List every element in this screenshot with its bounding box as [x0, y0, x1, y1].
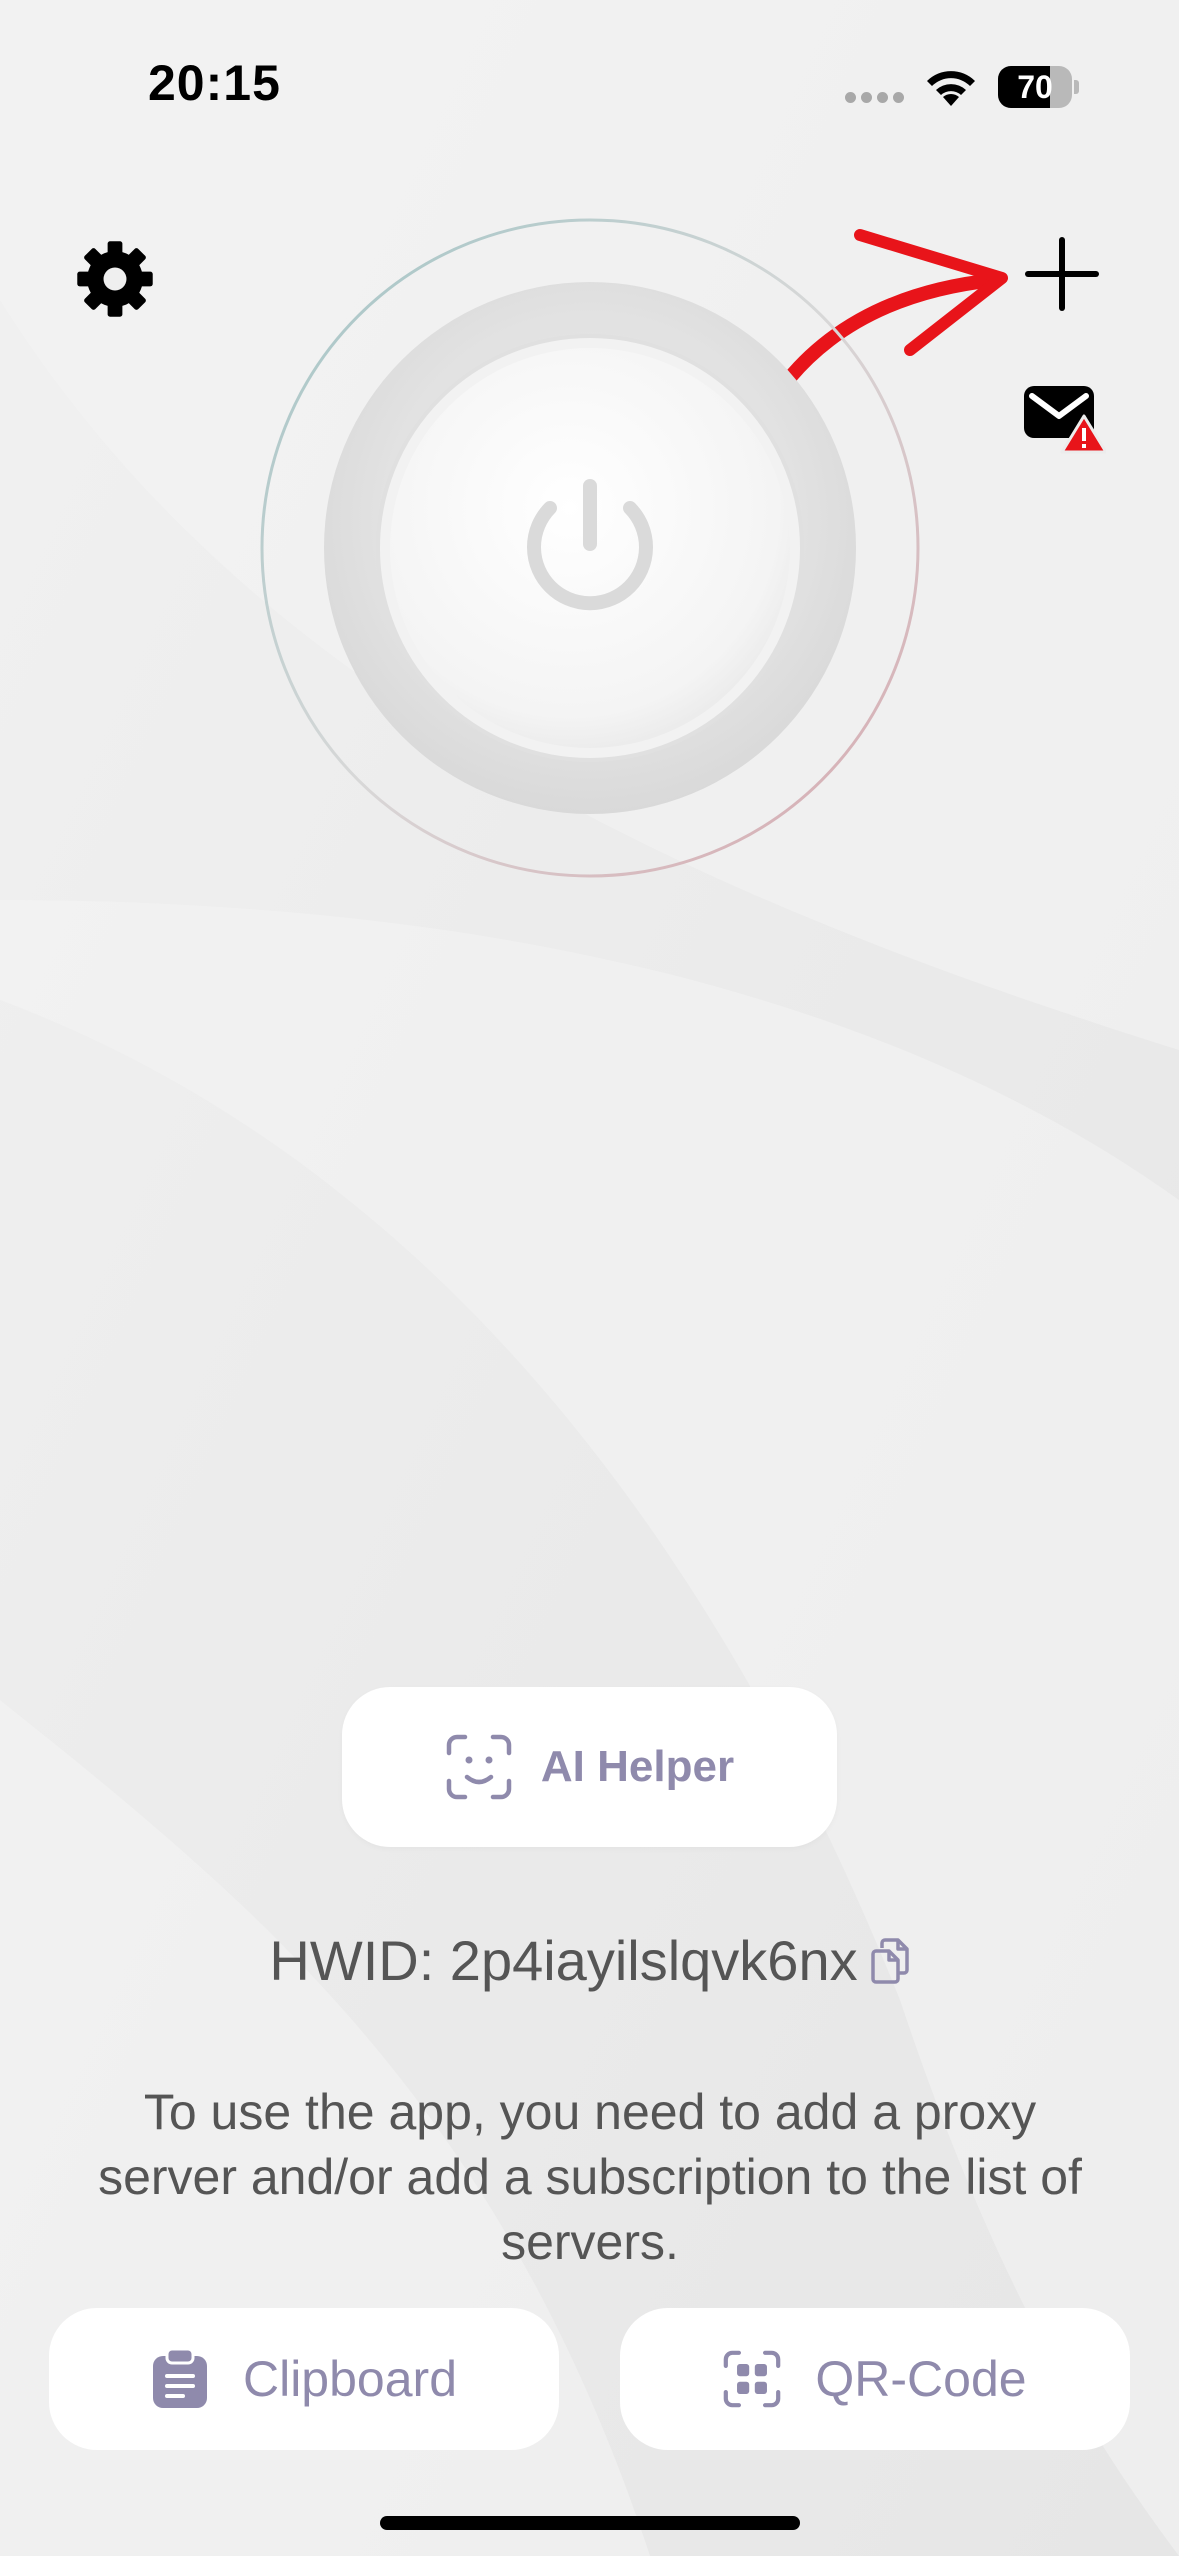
- ai-helper-label: AI Helper: [540, 1742, 735, 1791]
- home-indicator[interactable]: [380, 2516, 800, 2530]
- plus-icon[interactable]: [1024, 236, 1100, 312]
- cellular-signal-icon: [845, 92, 905, 104]
- qr-code-button[interactable]: QR-Code: [620, 2308, 1130, 2450]
- battery-percent: 70: [1017, 69, 1053, 105]
- power-button[interactable]: [258, 216, 922, 880]
- wifi-icon: [927, 71, 975, 106]
- status-time: 20:15: [148, 55, 281, 111]
- qr-code-icon: [724, 2350, 781, 2408]
- gear-icon[interactable]: [74, 238, 156, 320]
- info-text: To use the app, you need to add a proxy …: [98, 2084, 1082, 2270]
- mail-warning-icon[interactable]: [1022, 382, 1106, 454]
- ai-helper-button[interactable]: AI Helper: [342, 1687, 837, 1847]
- copy-icon[interactable]: [870, 1937, 910, 1984]
- clipboard-icon: [152, 2348, 207, 2408]
- clipboard-label: Clipboard: [242, 2351, 457, 2407]
- hwid-row: HWID: 2p4iayilslqvk6nx: [0, 1928, 1179, 1993]
- face-scan-icon: [446, 1734, 512, 1800]
- qr-code-label: QR-Code: [815, 2351, 1027, 2407]
- hwid-text: HWID: 2p4iayilslqvk6nx: [269, 1929, 858, 1992]
- battery-icon: 70: [998, 66, 1079, 108]
- clipboard-button[interactable]: Clipboard: [49, 2308, 559, 2450]
